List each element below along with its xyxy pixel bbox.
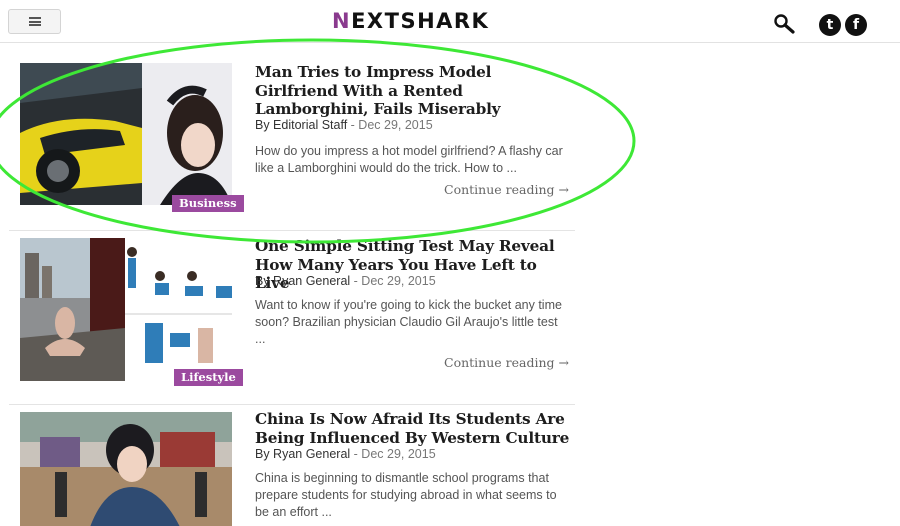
article-thumbnail[interactable] [20,238,232,381]
search-button[interactable] [773,13,795,35]
article-excerpt: Want to know if you're going to kick the… [255,298,562,346]
author-link[interactable]: By Editorial Staff [255,118,347,132]
article-card: China Is Now Afraid Its Students Are Bei… [9,404,575,526]
menu-button[interactable] [8,9,61,34]
article-card: Business Man Tries to Impress Model Girl… [9,44,575,230]
article-excerpt: China is beginning to dismantle school p… [255,471,557,519]
article-title[interactable]: Man Tries to Impress Model Girlfriend Wi… [255,63,570,119]
article-byline: By Editorial Staff - Dec 29, 2015 [255,118,433,132]
article-date: - Dec 29, 2015 [353,447,436,461]
category-badge[interactable]: Lifestyle [174,369,243,386]
continue-reading-link[interactable]: Continue reading → [444,182,569,197]
article-date: - Dec 29, 2015 [350,118,433,132]
article-title[interactable]: China Is Now Afraid Its Students Are Bei… [255,410,570,447]
continue-reading-link[interactable]: Continue reading → [444,355,569,370]
site-header: NEXTSHARK t f [0,0,900,43]
article-card: Lifestyle One Simple Sitting Test May Re… [9,230,575,404]
search-icon [774,14,795,34]
article-byline: By Ryan General - Dec 29, 2015 [255,274,436,288]
article-date: - Dec 29, 2015 [353,274,436,288]
article-thumbnail[interactable] [20,63,232,205]
author-link[interactable]: By Ryan General [255,274,350,288]
facebook-icon[interactable]: f [845,14,867,36]
article-byline: By Ryan General - Dec 29, 2015 [255,447,436,461]
article-excerpt: How do you impress a hot model girlfrien… [255,144,563,175]
category-badge[interactable]: Business [172,195,244,212]
article-thumbnail[interactable] [20,412,232,526]
author-link[interactable]: By Ryan General [255,447,350,461]
site-logo[interactable]: NEXTSHARK [332,9,489,33]
twitter-icon[interactable]: t [819,14,841,36]
hamburger-icon [28,17,41,26]
